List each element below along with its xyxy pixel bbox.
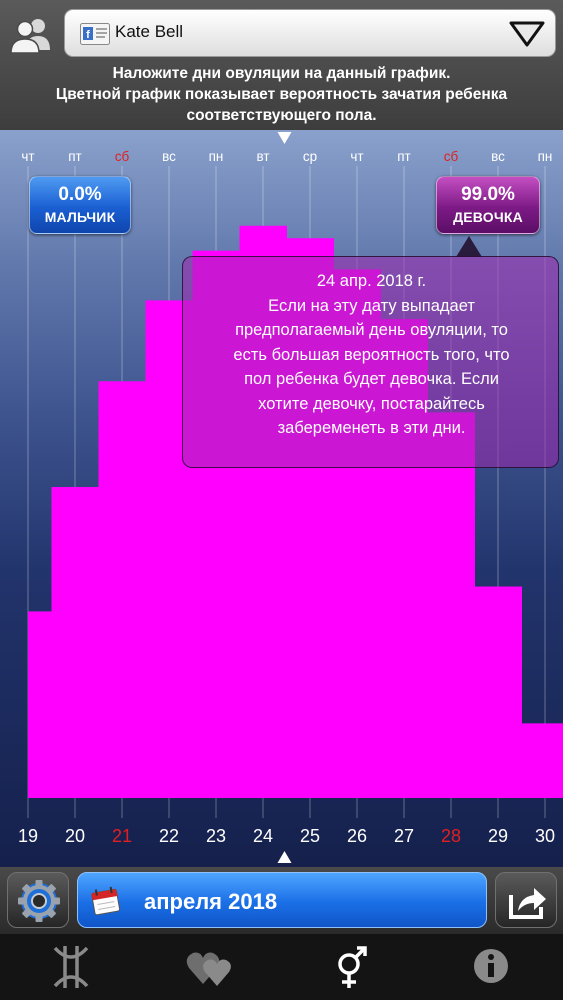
tab-gender[interactable] (321, 940, 381, 994)
month-label: апреля 2018 (144, 889, 278, 914)
date-label: 20 (65, 826, 85, 846)
girl-label: ДЕВОЧКА (453, 209, 523, 225)
instructions-line: соответствующего пола. (186, 107, 377, 124)
tab-info[interactable] (461, 940, 521, 994)
probability-bar[interactable] (427, 412, 476, 798)
ovulation-icon (53, 946, 89, 988)
share-button[interactable] (495, 872, 557, 928)
probability-bar[interactable] (28, 611, 52, 798)
tooltip-line: есть большая вероятность того, что (233, 345, 510, 364)
weekday-label: вс (162, 149, 176, 164)
instructions-line: Наложите дни овуляции на данный график. (112, 65, 451, 82)
share-icon (509, 888, 546, 919)
date-label: 29 (488, 826, 508, 846)
tab-bar (0, 934, 563, 1000)
boy-percent: 0.0% (58, 184, 102, 205)
weekday-label: сб (444, 149, 459, 164)
gender-symbol-icon (338, 946, 367, 988)
dropdown-arrow-icon[interactable] (507, 18, 547, 50)
date-label: 25 (300, 826, 320, 846)
date-tooltip: 24 апр. 2018 г. Если на эту дату выпадае… (182, 256, 559, 468)
weekday-label: чт (350, 149, 363, 164)
date-label: 22 (159, 826, 179, 846)
tooltip-line: хотите девочку, постарайтесь (258, 394, 485, 413)
probability-bar[interactable] (474, 586, 523, 798)
tooltip-date: 24 апр. 2018 г. (316, 272, 427, 290)
hearts-icon (186, 952, 231, 986)
tooltip-line: забеременеть в эти дни. (277, 419, 466, 437)
weekday-label: пн (538, 149, 553, 164)
weekday-label: пт (397, 149, 411, 164)
tooltip-line: пол ребенка будет девочка. Если (244, 370, 499, 388)
date-label: 30 (535, 826, 555, 846)
date-label: 23 (206, 826, 226, 846)
gear-icon (18, 880, 60, 922)
profiles-icon[interactable] (10, 16, 54, 54)
weekday-label: ср (303, 149, 317, 164)
weekday-label: чт (21, 149, 34, 164)
date-label: 24 (253, 826, 273, 846)
weekday-label: пн (209, 149, 224, 164)
date-label: 28 (441, 826, 461, 846)
tooltip-line: Если на эту дату выпадает (268, 296, 475, 315)
tab-ovulation[interactable] (41, 940, 101, 994)
instructions-line: Цветной график показывает вероятность за… (55, 86, 508, 103)
tab-love[interactable] (181, 940, 241, 994)
date-label: 27 (394, 826, 414, 846)
date-label: 19 (18, 826, 38, 846)
date-label: 21 (112, 826, 132, 846)
boy-probability-badge: 0.0% МАЛЬЧИК (29, 176, 131, 234)
girl-probability-badge: 99.0% ДЕВОЧКА (436, 176, 540, 234)
info-icon (474, 949, 508, 983)
weekday-label: пт (68, 149, 82, 164)
settings-button[interactable] (7, 872, 69, 928)
weekday-label: сб (115, 149, 130, 164)
profile-select[interactable]: f Kate Bell (64, 9, 556, 57)
selected-date-marker-top[interactable] (277, 132, 292, 144)
probability-bar[interactable] (98, 381, 147, 798)
weekday-label: вс (491, 149, 505, 164)
tooltip-text: 24 апр. 2018 г. Если на эту дату выпадае… (193, 269, 550, 441)
probability-bar[interactable] (51, 487, 100, 798)
contact-card-icon: f (80, 23, 110, 45)
boy-label: МАЛЬЧИК (44, 209, 116, 225)
probability-bar[interactable] (521, 723, 563, 798)
month-selector-button[interactable]: апреля 2018 (77, 872, 487, 928)
calendar-icon (90, 886, 122, 916)
tooltip-pointer (456, 236, 482, 257)
header: f Kate Bell Наложите дни овуляции на дан… (0, 0, 563, 130)
girl-percent: 99.0% (461, 184, 515, 205)
profile-name: Kate Bell (115, 22, 184, 41)
date-label: 26 (347, 826, 367, 846)
selected-date-marker-bottom[interactable] (277, 851, 292, 863)
instructions: Наложите дни овуляции на данный график. … (0, 63, 563, 126)
svg-text:f: f (86, 29, 90, 41)
tooltip-line: предполагаемый день овуляции, то (235, 321, 508, 339)
weekday-label: вт (256, 149, 269, 164)
bottom-toolbar: апреля 2018 (0, 867, 563, 934)
